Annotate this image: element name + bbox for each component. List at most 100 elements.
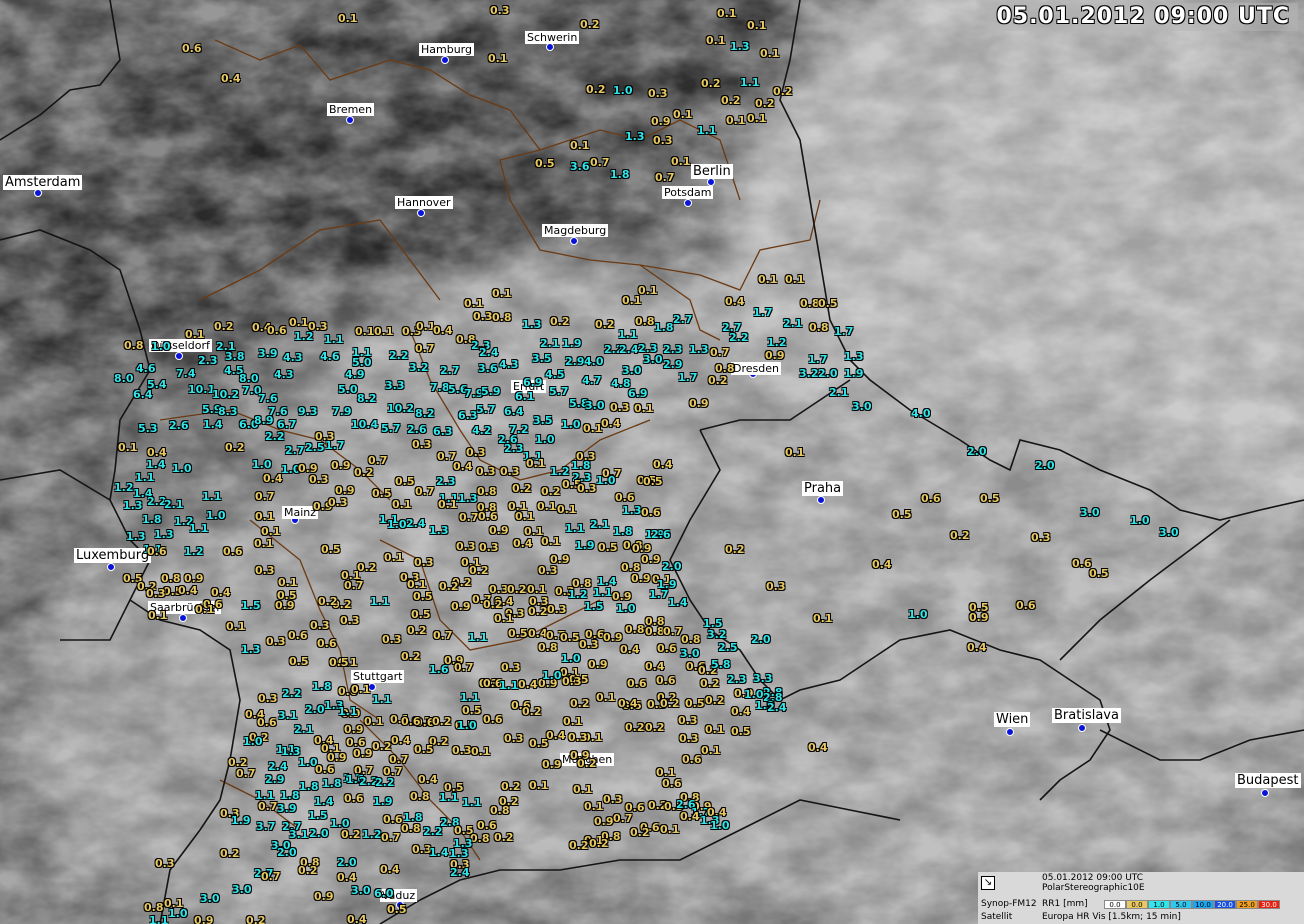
precip-value: 1.4 bbox=[668, 596, 688, 609]
precip-value: 2.0 bbox=[967, 445, 987, 458]
precip-value: 0.4 bbox=[872, 558, 892, 571]
precip-value: 2.0 bbox=[305, 703, 325, 716]
precip-value: 1.7 bbox=[808, 353, 828, 366]
city-label: Luxemburg bbox=[74, 548, 152, 563]
precip-value: 1.5 bbox=[308, 809, 328, 822]
precip-value: 0.1 bbox=[529, 779, 549, 792]
precip-value: 1.2 bbox=[294, 330, 314, 343]
precip-value: 0.1 bbox=[758, 273, 778, 286]
precip-value: 0.9 bbox=[275, 599, 295, 612]
precip-value: 1.5 bbox=[241, 599, 261, 612]
precip-value: 0.3 bbox=[476, 465, 496, 478]
precip-value: 1.1 bbox=[370, 595, 390, 608]
precip-value: 0.7 bbox=[368, 454, 388, 467]
precip-value: 0.4 bbox=[337, 871, 357, 884]
precip-value: 0.5 bbox=[462, 704, 482, 717]
precip-value: 0.1 bbox=[464, 297, 484, 310]
precip-value: 3.0 bbox=[585, 399, 605, 412]
precip-value: 1.2 bbox=[550, 465, 570, 478]
precip-value: 2.0 bbox=[277, 846, 297, 859]
precip-value: 0.2 bbox=[507, 583, 527, 596]
city-label: Praha bbox=[802, 481, 844, 496]
arrow-icon[interactable]: ↘ bbox=[981, 876, 995, 890]
precip-value: 0.7 bbox=[261, 870, 281, 883]
precip-value: 0.1 bbox=[438, 498, 458, 511]
precip-value: 4.3 bbox=[283, 351, 303, 364]
precip-value: 1.0 bbox=[908, 608, 928, 621]
precip-value: 0.2 bbox=[570, 697, 590, 710]
precip-value: 0.9 bbox=[631, 572, 651, 585]
precip-value: 0.1 bbox=[673, 108, 693, 121]
precip-value: 0.9 bbox=[641, 553, 661, 566]
precip-value: 0.2 bbox=[354, 466, 374, 479]
precip-value: 0.3 bbox=[473, 310, 493, 323]
precip-value: 0.1 bbox=[338, 12, 358, 25]
precip-value: 0.1 bbox=[407, 578, 427, 591]
precip-value: 2.2 bbox=[389, 349, 409, 362]
precip-value: 0.6 bbox=[641, 506, 661, 519]
city-label: Bremen bbox=[327, 103, 375, 116]
precip-value: 0.9 bbox=[603, 631, 623, 644]
color-scale: 0.0 0.0 1.0 5.0 10.0 20.0 25.0 30.0 bbox=[1104, 900, 1280, 909]
precip-value: 0.2 bbox=[501, 780, 521, 793]
precip-value: 1.9 bbox=[373, 795, 393, 808]
precip-value: 0.3 bbox=[310, 619, 330, 632]
precip-value: 1.0 bbox=[1130, 514, 1150, 527]
precip-value: 1.7 bbox=[649, 588, 669, 601]
precip-value: 0.3 bbox=[328, 496, 348, 509]
precip-value: 5.0 bbox=[352, 356, 372, 369]
precip-value: 0.3 bbox=[146, 587, 166, 600]
scale-swatch: 5.0 bbox=[1170, 900, 1192, 909]
precip-value: 0.4 bbox=[513, 537, 533, 550]
precip-value: 0.7 bbox=[655, 171, 675, 184]
precip-value: 0.4 bbox=[518, 678, 538, 691]
precip-value: 0.9 bbox=[331, 459, 351, 472]
precip-value: 2.0 bbox=[337, 856, 357, 869]
precip-value: 0.1 bbox=[705, 723, 725, 736]
timestamp-label: 05.01.2012 09:00 UTC bbox=[988, 3, 1298, 31]
precip-value: 0.7 bbox=[415, 342, 435, 355]
precip-value: 0.1 bbox=[726, 114, 746, 127]
precip-value: 3.5 bbox=[533, 414, 553, 427]
precip-value: 1.1 bbox=[149, 914, 169, 924]
precip-value: 0.2 bbox=[407, 624, 427, 637]
precip-value: 1.3 bbox=[458, 492, 478, 505]
precip-value: 0.4 bbox=[347, 913, 367, 924]
precip-value: 0.9 bbox=[612, 590, 632, 603]
precip-value: 3.2 bbox=[409, 361, 429, 374]
precip-value: 0.2 bbox=[660, 697, 680, 710]
precip-value: 0.8 bbox=[477, 485, 497, 498]
precip-value: 0.6 bbox=[657, 642, 677, 655]
precip-value: 2.7 bbox=[285, 444, 305, 457]
precip-value: 1.0 bbox=[252, 458, 272, 471]
precip-value: 0.1 bbox=[596, 691, 616, 704]
precip-value: 0.2 bbox=[298, 864, 318, 877]
city-label: Berlin bbox=[691, 164, 733, 179]
legend-source-satellite: Satellit bbox=[981, 912, 1013, 922]
precip-value: 6.7 bbox=[277, 418, 297, 431]
precip-value: 1.1 bbox=[468, 631, 488, 644]
precip-value: 0.4 bbox=[221, 72, 241, 85]
precip-value: 0.2 bbox=[577, 757, 597, 770]
precip-value: 2.3 bbox=[663, 343, 683, 356]
precip-value: 0.9 bbox=[969, 611, 989, 624]
precip-value: 2.9 bbox=[663, 358, 683, 371]
precip-value: 0.8 bbox=[715, 362, 735, 375]
precip-value: 0.2 bbox=[701, 77, 721, 90]
precip-value: 1.0 bbox=[535, 433, 555, 446]
precip-value: 0.4 bbox=[601, 417, 621, 430]
precip-value: 0.1 bbox=[471, 745, 491, 758]
precip-value: 2.7 bbox=[673, 313, 693, 326]
precip-value: 0.3 bbox=[579, 638, 599, 651]
precip-value: 0.4 bbox=[178, 584, 198, 597]
precip-value: 0.7 bbox=[454, 661, 474, 674]
precip-value: 1.0 bbox=[710, 819, 730, 832]
precip-value: 4.3 bbox=[274, 368, 294, 381]
city-label: Schwerin bbox=[525, 31, 580, 44]
scale-swatch: 30.0 bbox=[1258, 900, 1280, 909]
precip-value: 2.4 bbox=[450, 866, 470, 879]
precip-value: 0.1 bbox=[254, 537, 274, 550]
precip-value: 0.1 bbox=[255, 510, 275, 523]
precip-value: 1.0 bbox=[151, 340, 171, 353]
city-dot-icon bbox=[684, 199, 692, 207]
